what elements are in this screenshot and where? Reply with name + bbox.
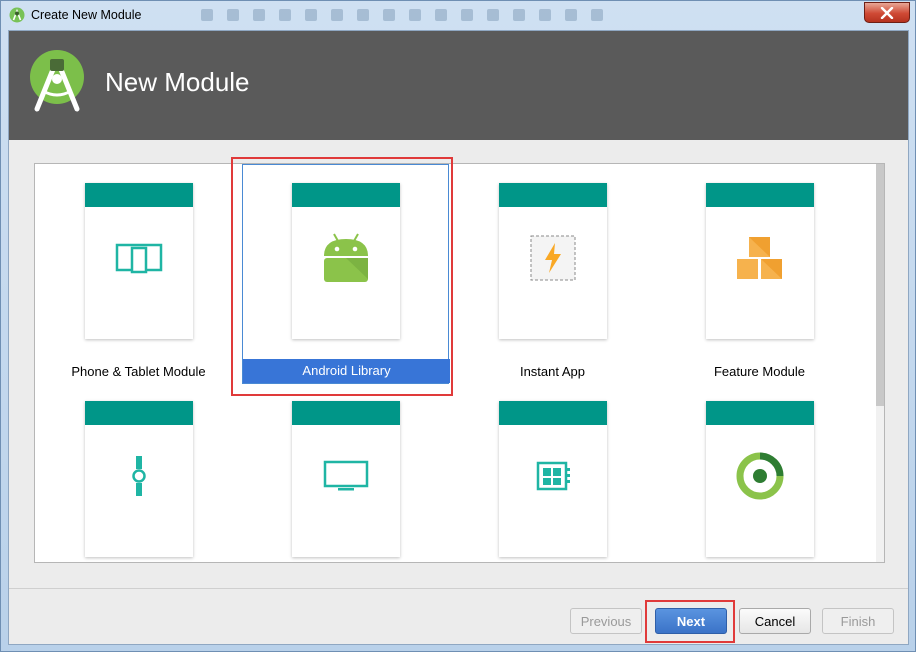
cancel-button[interactable]: Cancel <box>739 608 811 634</box>
template-card <box>706 401 814 557</box>
card-header-bar <box>85 401 193 425</box>
tile-phone-tablet-module[interactable]: Phone & Tablet Module <box>35 164 242 384</box>
background-toolbar <box>201 8 631 22</box>
tile-things-module[interactable] <box>449 382 656 562</box>
tile-instant-app[interactable]: Instant App <box>449 164 656 384</box>
card-header-bar <box>706 183 814 207</box>
page-title: New Module <box>105 67 250 97</box>
card-header-bar <box>85 183 193 207</box>
template-card <box>292 183 400 339</box>
window-title: Create New Module <box>31 8 142 22</box>
gallery-scrollbar[interactable] <box>876 164 884 562</box>
dialog-body: New Module Phone & Tablet Module Android… <box>8 30 909 645</box>
previous-button[interactable]: Previous <box>570 608 642 634</box>
template-card <box>499 183 607 339</box>
create-module-window: Create New Module New Module Phone & Tab… <box>0 0 916 652</box>
template-card <box>706 183 814 339</box>
tile-ci-module[interactable] <box>656 382 863 562</box>
card-header-bar <box>706 401 814 425</box>
card-header-bar <box>292 401 400 425</box>
wear-watch-icon <box>132 456 146 496</box>
template-card <box>499 401 607 557</box>
feature-module-icon <box>737 237 782 279</box>
close-button[interactable] <box>864 2 910 23</box>
phone-tablet-icon <box>115 243 163 274</box>
things-board-icon <box>536 461 570 491</box>
android-robot-icon <box>324 233 368 282</box>
tv-icon <box>323 460 369 491</box>
tile-android-library[interactable]: Android Library <box>242 164 450 384</box>
template-card <box>85 401 193 557</box>
next-button[interactable]: Next <box>655 608 727 634</box>
template-card <box>85 183 193 339</box>
android-studio-icon <box>9 7 25 23</box>
close-icon <box>880 6 894 19</box>
tile-feature-module[interactable]: Feature Module <box>656 164 863 384</box>
module-template-gallery: Phone & Tablet Module Android Library In… <box>34 163 885 563</box>
card-header-bar <box>499 183 607 207</box>
instant-app-icon <box>530 235 576 281</box>
card-header-bar <box>292 183 400 207</box>
tile-tv-module[interactable] <box>242 382 449 562</box>
footer-divider <box>9 588 908 589</box>
card-header-bar <box>499 401 607 425</box>
template-card <box>292 401 400 557</box>
tile-label: Instant App <box>519 364 586 379</box>
title-bar[interactable]: Create New Module <box>1 1 915 29</box>
tile-label: Feature Module <box>713 364 806 379</box>
finish-button[interactable]: Finish <box>822 608 894 634</box>
ci-ring-icon <box>736 452 784 500</box>
dialog-header: New Module <box>9 31 908 140</box>
tile-label: Phone & Tablet Module <box>71 364 206 379</box>
tile-label: Android Library <box>243 359 450 383</box>
android-studio-logo-icon <box>30 50 84 112</box>
tile-wear-module[interactable] <box>35 382 242 562</box>
scrollbar-thumb[interactable] <box>876 164 884 406</box>
